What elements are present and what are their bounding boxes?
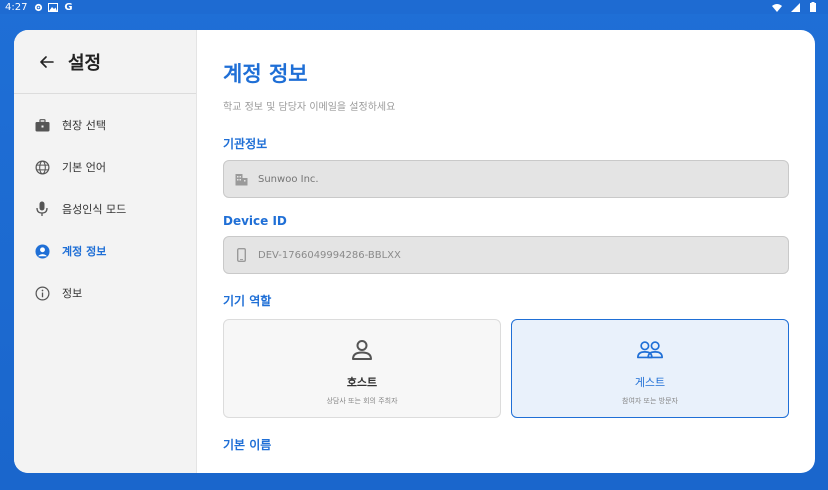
microphone-icon — [34, 201, 50, 217]
back-arrow-icon[interactable] — [38, 53, 56, 71]
role-guest-desc: 참여자 또는 방문자 — [622, 397, 678, 405]
default-name-label: 기본 이름 — [223, 438, 272, 452]
sidebar-item-site-select[interactable]: 현장 선택 — [14, 104, 196, 146]
settings-gear-icon — [33, 2, 43, 12]
google-icon: G — [64, 1, 73, 13]
sidebar-item-label: 기본 언어 — [62, 161, 106, 174]
device-id-label: Device ID — [223, 214, 287, 228]
sidebar-item-label: 음성인식 모드 — [62, 203, 127, 216]
sidebar-item-account[interactable]: 계정 정보 — [14, 230, 196, 272]
device-id-field — [223, 236, 789, 274]
device-id-input — [258, 249, 758, 261]
person-icon — [348, 336, 376, 364]
sidebar-header: 설정 — [14, 30, 196, 94]
wifi-icon — [772, 2, 782, 12]
account-circle-icon — [34, 243, 50, 259]
signal-icon — [790, 2, 800, 12]
status-bar: 4:27 G — [0, 0, 828, 14]
device-role-label: 기기 역할 — [223, 294, 272, 308]
sidebar-item-info[interactable]: 정보 — [14, 272, 196, 314]
org-input[interactable] — [258, 173, 758, 185]
settings-dialog: 설정 현장 선택 기본 언어 음성인식 모드 계정 정보 정보 계정 정보 학교… — [14, 30, 815, 473]
status-time: 4:27 — [5, 1, 28, 13]
role-host-desc: 상담사 또는 회의 주최자 — [326, 397, 398, 405]
sidebar-item-label: 현장 선택 — [62, 119, 106, 132]
role-host-title: 호스트 — [346, 376, 378, 389]
settings-sidebar: 설정 현장 선택 기본 언어 음성인식 모드 계정 정보 정보 — [14, 30, 197, 473]
group-icon — [636, 336, 664, 364]
role-host-option[interactable]: 호스트 상담사 또는 회의 주최자 — [223, 319, 501, 418]
org-label: 기관정보 — [223, 137, 268, 151]
image-icon — [48, 2, 59, 12]
building-icon — [234, 172, 248, 186]
page-subtitle: 학교 정보 및 담당자 이메일을 설정하세요 — [223, 102, 396, 113]
sidebar-title: 설정 — [68, 52, 102, 74]
page-title: 계정 정보 — [223, 62, 308, 86]
settings-menu: 현장 선택 기본 언어 음성인식 모드 계정 정보 정보 — [14, 94, 196, 314]
sidebar-item-language[interactable]: 기본 언어 — [14, 146, 196, 188]
sidebar-item-label: 정보 — [62, 287, 83, 300]
battery-icon — [808, 2, 818, 12]
sidebar-item-label: 계정 정보 — [62, 245, 107, 258]
role-guest-option[interactable]: 게스트 참여자 또는 방문자 — [511, 319, 789, 418]
device-role-options: 호스트 상담사 또는 회의 주최자 게스트 참여자 또는 방문자 — [223, 319, 789, 418]
role-guest-title: 게스트 — [634, 376, 666, 389]
globe-icon — [34, 159, 50, 175]
org-field[interactable] — [223, 160, 789, 198]
account-info-panel: 계정 정보 학교 정보 및 담당자 이메일을 설정하세요 기관정보 Device… — [197, 30, 815, 473]
briefcase-icon — [34, 117, 50, 133]
phone-icon — [234, 248, 248, 262]
info-icon — [34, 285, 50, 301]
sidebar-item-voice-mode[interactable]: 음성인식 모드 — [14, 188, 196, 230]
